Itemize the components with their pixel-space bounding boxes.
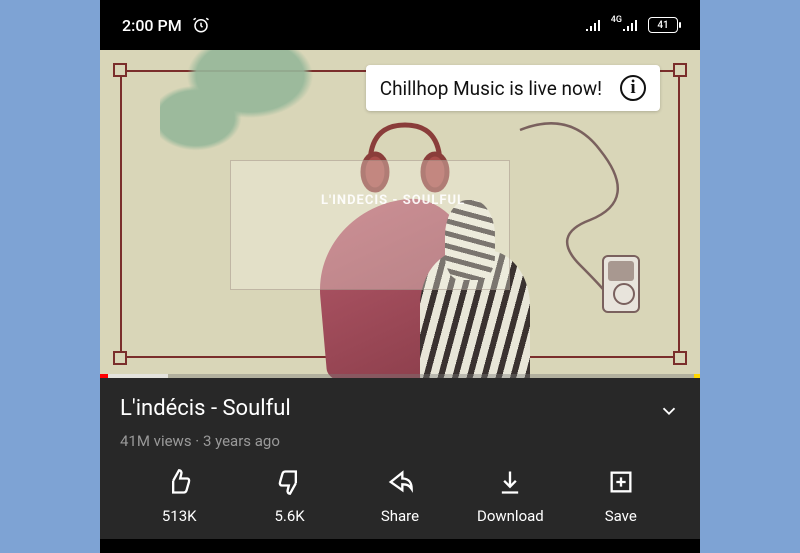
download-button[interactable]: Download [470, 468, 550, 525]
status-bar: 2:00 PM 4G 41 [100, 0, 700, 50]
alarm-icon [192, 16, 210, 34]
progress-played [100, 374, 108, 378]
like-button[interactable]: 513K [139, 468, 219, 525]
smoke-art [160, 50, 340, 160]
progress-buffered [108, 374, 168, 378]
save-label: Save [605, 507, 637, 525]
expand-description-button[interactable] [658, 400, 680, 426]
video-info-panel: L'indécis - Soulful 41M views · 3 years … [100, 378, 700, 539]
progress-ad-marker [694, 374, 700, 378]
thumbs-down-icon [276, 468, 304, 500]
signal-icon-2 [622, 16, 640, 35]
video-views: 41M views [120, 432, 192, 450]
video-meta: 41M views · 3 years ago [120, 432, 680, 450]
info-icon[interactable]: i [620, 75, 646, 101]
download-icon [496, 468, 524, 500]
thumbs-up-icon [165, 468, 193, 500]
action-row: 513K 5.6K Share Download [120, 468, 680, 525]
signal-icon [585, 16, 603, 35]
save-button[interactable]: Save [581, 468, 661, 525]
battery-icon: 41 [648, 17, 678, 33]
share-label: Share [381, 507, 419, 525]
network-label: 4G [611, 15, 622, 25]
live-now-banner[interactable]: Chillhop Music is live now! i [366, 65, 660, 111]
like-count: 513K [162, 507, 197, 525]
ipod-art [602, 255, 640, 313]
download-label: Download [477, 507, 544, 525]
dislike-count: 5.6K [274, 507, 304, 525]
dislike-button[interactable]: 5.6K [250, 468, 330, 525]
status-time: 2:00 PM [122, 16, 182, 35]
video-overlay-card: L'INDECIS - SOULFUL [230, 160, 510, 290]
share-button[interactable]: Share [360, 468, 440, 525]
overlay-title: L'INDECIS - SOULFUL [321, 191, 489, 211]
video-progress-bar[interactable] [100, 374, 700, 378]
video-player[interactable]: L'INDECIS - SOULFUL Chillhop Music is li… [100, 50, 700, 378]
video-title[interactable]: L'indécis - Soulful [120, 396, 291, 421]
video-age: 3 years ago [203, 432, 280, 450]
battery-percent: 41 [657, 20, 668, 31]
live-banner-text: Chillhop Music is live now! [380, 77, 602, 100]
phone-frame: 2:00 PM 4G 41 [100, 0, 700, 553]
share-icon [386, 468, 414, 500]
save-icon [607, 468, 635, 500]
